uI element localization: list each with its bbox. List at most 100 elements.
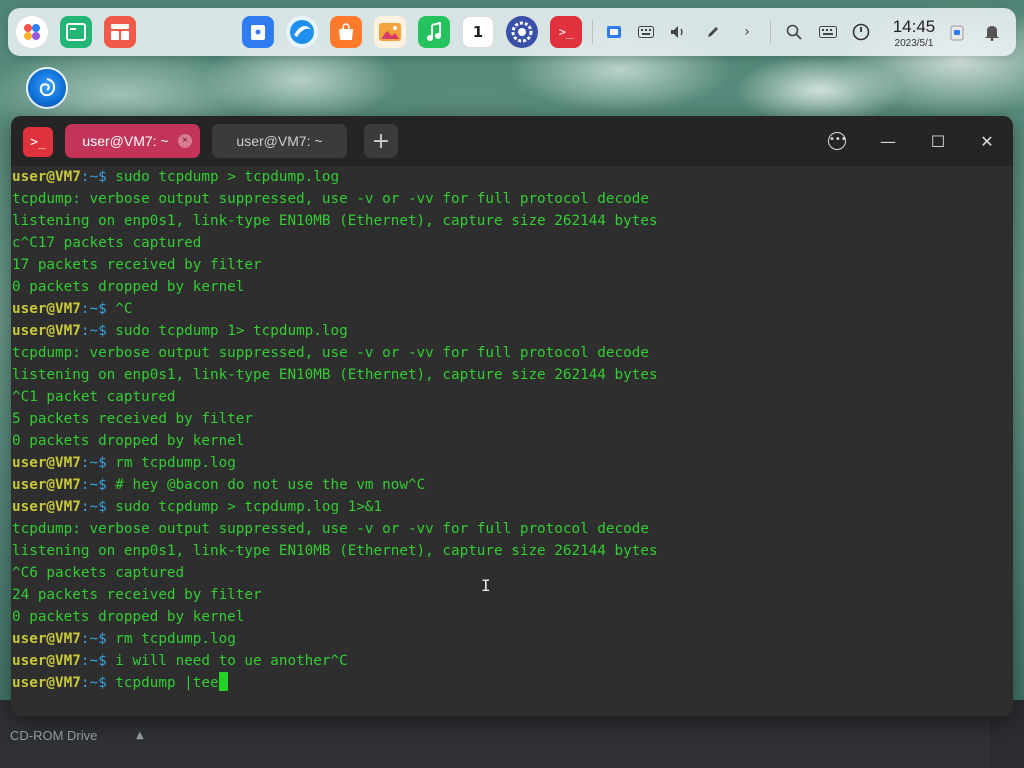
minimize-button[interactable]: — <box>875 128 901 154</box>
browser-icon[interactable] <box>286 16 318 48</box>
terminal-output-line: c^C17 packets captured <box>12 232 1013 254</box>
line-text: tcpdump: verbose output suppressed, use … <box>12 521 649 537</box>
line-text: sudo tcpdump > tcpdump.log 1>&1 <box>106 499 383 515</box>
terminal-output-line: listening on enp0s1, link-type EN10MB (E… <box>12 210 1013 232</box>
onscreen-keyboard-icon[interactable] <box>636 22 656 42</box>
terminal-output-line: tcpdump: verbose output suppressed, use … <box>12 518 1013 540</box>
prompt-path: :~$ <box>80 653 107 669</box>
line-text: rm tcpdump.log <box>106 455 236 471</box>
terminal-command-line: user@VM7:~$ tcpdump |tee <box>12 672 1013 694</box>
calendar-icon[interactable]: 1 <box>462 16 494 48</box>
text-cursor <box>218 672 228 691</box>
line-text: sudo tcpdump 1> tcpdump.log <box>106 323 348 339</box>
tab-label: user@VM7: ~ <box>236 133 323 149</box>
dock-separator <box>770 20 771 44</box>
prompt-path: :~$ <box>80 675 107 691</box>
trash-icon[interactable] <box>947 22 967 42</box>
input-method-icon[interactable] <box>818 22 838 42</box>
line-text: 0 packets dropped by kernel <box>12 433 245 449</box>
terminal-command-line: user@VM7:~$ ^C <box>12 298 1013 320</box>
prompt-path: :~$ <box>80 455 107 471</box>
cdrom-drive-label[interactable]: CD-ROM Drive <box>10 728 97 743</box>
search-icon[interactable] <box>784 22 804 42</box>
line-text: 24 packets received by filter <box>12 587 262 603</box>
file-manager-icon[interactable] <box>242 16 274 48</box>
clock-time[interactable]: 14:45 <box>884 17 944 37</box>
store-icon[interactable] <box>330 16 362 48</box>
line-text: rm tcpdump.log <box>106 631 236 647</box>
eject-icon[interactable]: ▲ <box>136 730 144 741</box>
desktop-launcher-icon[interactable] <box>26 67 68 109</box>
prompt-user: user@VM7 <box>12 499 81 515</box>
prompt-user: user@VM7 <box>12 323 81 339</box>
notification-bell-icon[interactable] <box>982 22 1002 42</box>
prompt-path: :~$ <box>80 169 107 185</box>
terminal-titlebar[interactable]: >_ user@VM7: ~ × user@VM7: ~ + ••• — ☐ ✕ <box>11 116 1013 166</box>
terminal-output-line: listening on enp0s1, link-type EN10MB (E… <box>12 364 1013 386</box>
terminal-app-icon: >_ <box>23 127 53 157</box>
prompt-user: user@VM7 <box>12 653 81 669</box>
line-text: 5 packets received by filter <box>12 411 254 427</box>
line-text: 0 packets dropped by kernel <box>12 609 245 625</box>
line-text: sudo tcpdump > tcpdump.log <box>106 169 340 185</box>
terminal-output-line: 0 packets dropped by kernel <box>12 430 1013 452</box>
dock-separator <box>592 20 593 44</box>
volume-icon[interactable] <box>668 22 688 42</box>
add-tab-button[interactable]: + <box>364 124 398 158</box>
terminal-icon[interactable]: >_ <box>550 16 582 48</box>
line-text: listening on enp0s1, link-type EN10MB (E… <box>12 367 658 383</box>
line-text: 0 packets dropped by kernel <box>12 279 245 295</box>
line-text: listening on enp0s1, link-type EN10MB (E… <box>12 543 658 559</box>
prompt-path: :~$ <box>80 301 107 317</box>
terminal-output-line: tcpdump: verbose output suppressed, use … <box>12 188 1013 210</box>
dock: 1 >_ › 14:45 2023/5/1 <box>8 8 1016 56</box>
prompt-user: user@VM7 <box>12 301 81 317</box>
prompt-user: user@VM7 <box>12 675 81 691</box>
settings-icon[interactable] <box>506 16 538 48</box>
prompt-path: :~$ <box>80 323 107 339</box>
line-text: 17 packets received by filter <box>12 257 262 273</box>
prompt-path: :~$ <box>80 499 107 515</box>
terminal-command-line: user@VM7:~$ sudo tcpdump > tcpdump.log <box>12 166 1013 188</box>
power-icon[interactable] <box>851 22 871 42</box>
tab-active[interactable]: user@VM7: ~ × <box>65 124 200 158</box>
line-text: c^C17 packets captured <box>12 235 202 251</box>
launcher-icon[interactable] <box>16 16 48 48</box>
screenshot-icon[interactable] <box>604 22 624 42</box>
line-text: i will need to ue another^C <box>106 653 348 669</box>
close-button[interactable]: ✕ <box>974 128 1000 154</box>
line-text: listening on enp0s1, link-type EN10MB (E… <box>12 213 658 229</box>
tab-label: user@VM7: ~ <box>82 133 169 149</box>
terminal-command-line: user@VM7:~$ rm tcpdump.log <box>12 452 1013 474</box>
pen-icon[interactable] <box>703 22 723 42</box>
line-text: ^C1 packet captured <box>12 389 176 405</box>
tray-expand-icon[interactable]: › <box>737 22 757 42</box>
music-icon[interactable] <box>418 16 450 48</box>
terminal-output-line: listening on enp0s1, link-type EN10MB (E… <box>12 540 1013 562</box>
tab-close-icon[interactable]: × <box>178 134 192 148</box>
workspace-icon[interactable] <box>104 16 136 48</box>
line-text: ^C <box>106 301 133 317</box>
more-options-button[interactable]: ••• <box>824 128 850 154</box>
calendar-day: 1 <box>472 23 484 41</box>
terminal-command-line: user@VM7:~$ i will need to ue another^C <box>12 650 1013 672</box>
terminal-output-line: 24 packets received by filter <box>12 584 1013 606</box>
multitask-icon[interactable] <box>60 16 92 48</box>
maximize-button[interactable]: ☐ <box>925 128 951 154</box>
image-icon[interactable] <box>374 16 406 48</box>
terminal-output-line: ^C1 packet captured <box>12 386 1013 408</box>
tab-inactive[interactable]: user@VM7: ~ <box>212 124 347 158</box>
prompt-path: :~$ <box>80 477 107 493</box>
terminal-output[interactable]: user@VM7:~$ sudo tcpdump > tcpdump.log tc… <box>11 166 1013 716</box>
terminal-command-line: user@VM7:~$ sudo tcpdump > tcpdump.log 1… <box>12 496 1013 518</box>
terminal-output-line: tcpdump: verbose output suppressed, use … <box>12 342 1013 364</box>
terminal-output-line: 17 packets received by filter <box>12 254 1013 276</box>
prompt-user: user@VM7 <box>12 477 81 493</box>
line-text: tcpdump: verbose output suppressed, use … <box>12 191 649 207</box>
line-text: tcpdump: verbose output suppressed, use … <box>12 345 649 361</box>
terminal-window: >_ user@VM7: ~ × user@VM7: ~ + ••• — ☐ ✕… <box>11 116 1013 716</box>
more-icon: ••• <box>828 132 847 150</box>
clock-date[interactable]: 2023/5/1 <box>884 38 944 49</box>
terminal-command-line: user@VM7:~$ rm tcpdump.log <box>12 628 1013 650</box>
prompt-user: user@VM7 <box>12 169 81 185</box>
